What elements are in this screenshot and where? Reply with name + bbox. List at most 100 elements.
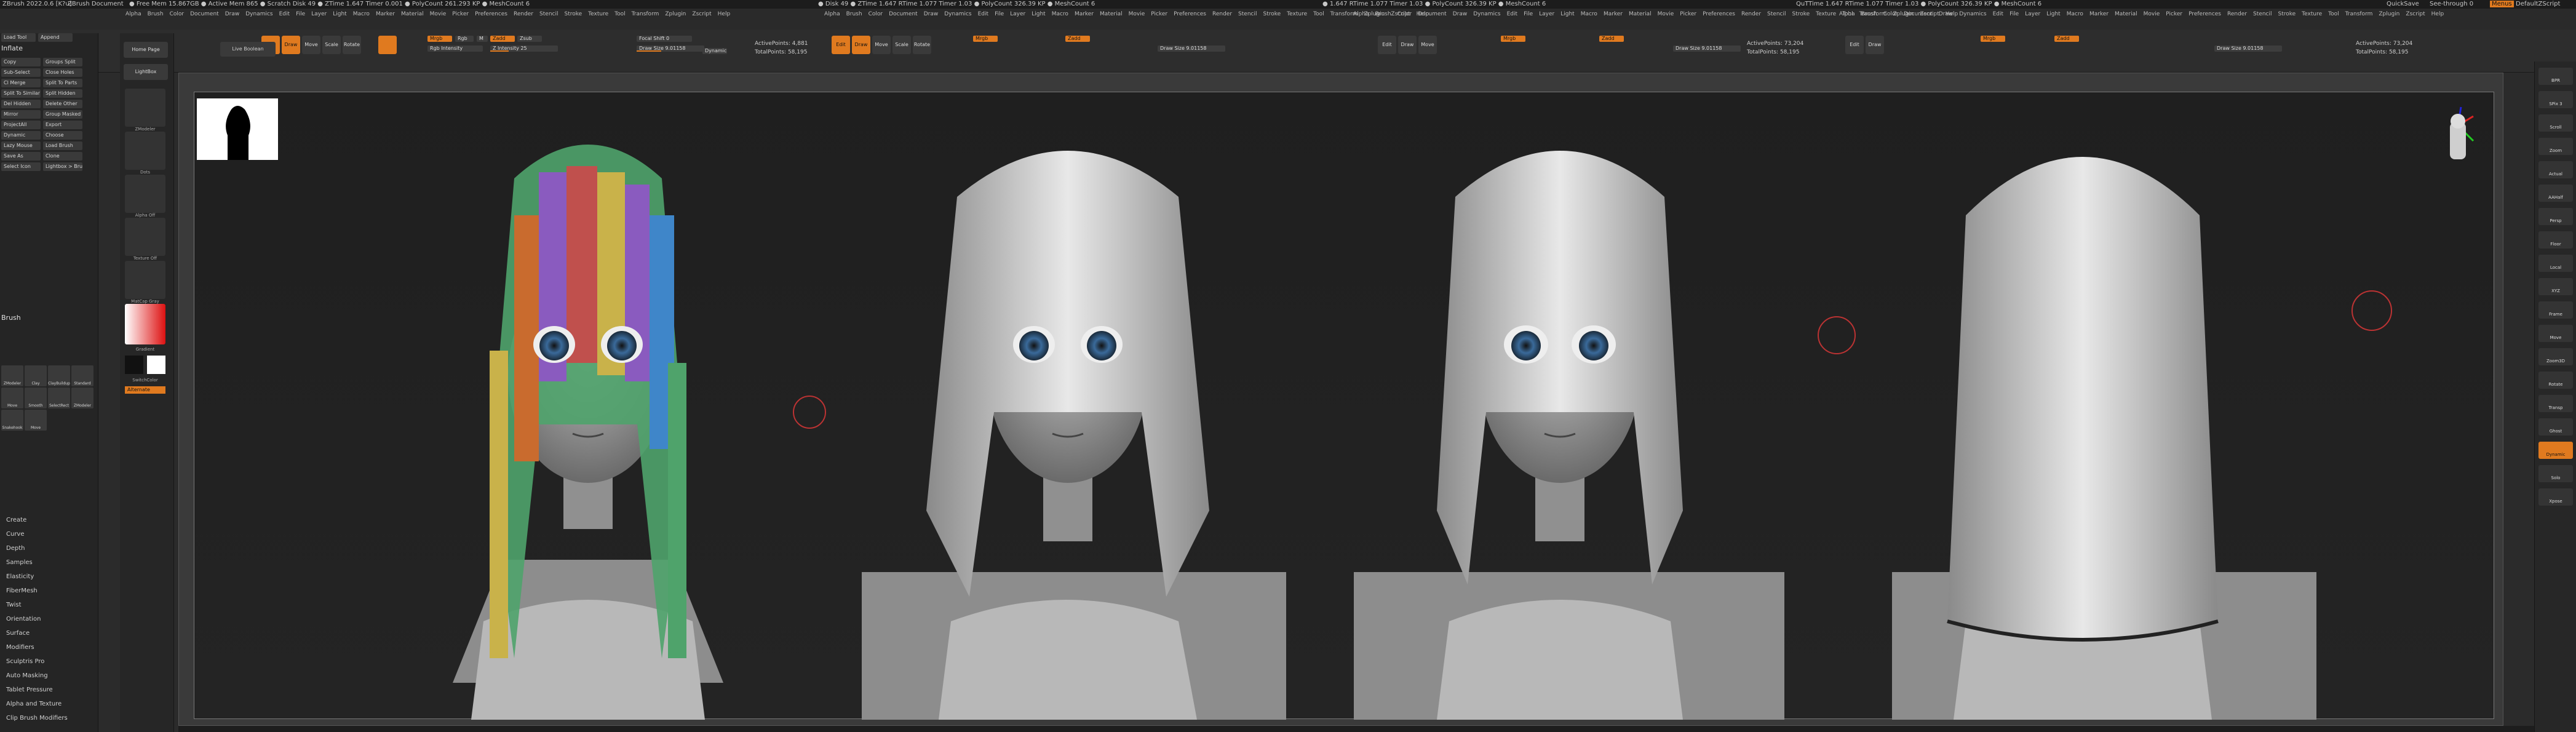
brush-thumb[interactable]: Move [25,410,47,431]
draw-button[interactable]: Draw [852,36,870,54]
brush-section-orientation[interactable]: Orientation [6,616,41,623]
draw-button[interactable]: Draw [282,36,300,54]
menu-movie[interactable]: Movie [2144,11,2160,17]
navigation-gizmo[interactable] [2436,104,2479,172]
picker-thumb[interactable] [125,261,165,299]
menu-alpha[interactable]: Alpha [824,11,840,17]
zadd-toggle[interactable]: Zadd [1065,36,1090,42]
scale-button[interactable]: Scale [892,36,911,54]
home-page-button[interactable]: Home Page [124,42,168,58]
brush-section-tablet-pressure[interactable]: Tablet Pressure [6,686,53,693]
menu-dynamics[interactable]: Dynamics [245,11,272,17]
menu-color[interactable]: Color [1883,11,1898,17]
menu-picker[interactable]: Picker [452,11,469,17]
menu-stroke[interactable]: Stroke [2278,11,2296,17]
move-button[interactable]: Move [302,36,320,54]
subtool-button[interactable]: Lazy Mouse [1,141,41,150]
menu-help[interactable]: Help [2431,11,2444,17]
menu-draw[interactable]: Draw [924,11,939,17]
menu-color[interactable]: Color [1397,11,1412,17]
menu-movie[interactable]: Movie [430,11,447,17]
shelf-persp-button[interactable]: Persp [2538,208,2573,225]
menu-brush[interactable]: Brush [1375,11,1391,17]
menu-alpha[interactable]: Alpha [1839,11,1855,17]
shelf-transp-button[interactable]: Transp [2538,395,2573,412]
picker-thumb[interactable] [125,218,165,256]
menu-brush[interactable]: Brush [846,11,862,17]
menu-edit[interactable]: Edit [1507,11,1517,17]
menu-document[interactable]: Document [1418,11,1447,17]
subtool-button[interactable]: Groups Split [43,58,82,66]
shelf-zoom3d-button[interactable]: Zoom3D [2538,348,2573,365]
shelf-move-button[interactable]: Move [2538,325,2573,342]
menu-edit[interactable]: Edit [1993,11,2003,17]
menu-texture[interactable]: Texture [588,11,608,17]
menu-macro[interactable]: Macro [1052,11,1068,17]
lightbox-button[interactable]: LightBox [124,64,168,80]
menu-preferences[interactable]: Preferences [1174,11,1206,17]
menu-movie[interactable]: Movie [1129,11,1145,17]
subtool-button[interactable]: Mirror [1,110,41,119]
picker-thumb[interactable] [125,89,165,127]
load-tool-button[interactable]: Load Tool [1,33,36,42]
brush-thumb[interactable]: SelectRect [48,388,70,408]
menu-marker[interactable]: Marker [1604,11,1623,17]
subtool-button[interactable]: Group Masked [43,110,82,119]
subtool-button[interactable]: Split To Parts [43,79,82,87]
shelf-xpose-button[interactable]: Xpose [2538,488,2573,506]
rotate-button[interactable]: Rotate [343,36,361,54]
shelf-rotate-button[interactable]: Rotate [2538,372,2573,389]
menu-marker[interactable]: Marker [2089,11,2109,17]
mrgb-toggle[interactable]: Mrgb [973,36,998,42]
menu-layer[interactable]: Layer [311,11,327,17]
menu-layer[interactable]: Layer [1010,11,1025,17]
menu-stencil[interactable]: Stencil [2253,11,2272,17]
shelf-frame-button[interactable]: Frame [2538,301,2573,319]
menu-help[interactable]: Help [718,11,731,17]
menu-transform[interactable]: Transform [632,11,659,17]
brush-section-surface[interactable]: Surface [6,630,30,637]
menu-dynamics[interactable]: Dynamics [1473,11,1500,17]
brush-section-sculptris-pro[interactable]: Sculptris Pro [6,658,44,665]
menu-alpha[interactable]: Alpha [125,11,141,17]
rgb-toggle[interactable]: Rgb [455,36,474,42]
menu-light[interactable]: Light [1560,11,1574,17]
menu-light[interactable]: Light [2046,11,2060,17]
menu-draw[interactable]: Draw [225,11,240,17]
brush-thumb[interactable]: Smooth [25,388,47,408]
menu-tool[interactable]: Tool [614,11,625,17]
subtool-button[interactable]: Select Icon [1,162,41,171]
menu-light[interactable]: Light [333,11,346,17]
color-picker[interactable] [125,304,165,344]
menus-toggle[interactable]: Menus [2490,1,2514,7]
subtool-button[interactable]: Del Hidden [1,100,41,108]
menu-material[interactable]: Material [401,11,424,17]
menu-draw[interactable]: Draw [1453,11,1468,17]
brush-thumb[interactable]: Move [1,388,23,408]
brush-thumb[interactable]: Standard [71,365,93,386]
focal-shift-slider[interactable]: Focal Shift 0 [637,36,692,42]
draw-size-slider[interactable]: Draw Size 9.01158 [1673,46,1741,52]
menu-tool[interactable]: Tool [1313,11,1324,17]
subtool-button[interactable]: Lightbox > Brushes [43,162,82,171]
menu-marker[interactable]: Marker [376,11,395,17]
menu-preferences[interactable]: Preferences [2188,11,2221,17]
dynamic-toggle[interactable]: Dynamic [702,48,727,54]
brush-section-elasticity[interactable]: Elasticity [6,573,34,580]
subtool-button[interactable]: Cl Merge [1,79,41,87]
subtool-button[interactable]: Save As [1,152,41,161]
menu-zplugin[interactable]: Zplugin [2379,11,2399,17]
menu-edit[interactable]: Edit [978,11,988,17]
secondary-color-swatch[interactable] [147,356,165,374]
menu-macro[interactable]: Macro [1581,11,1597,17]
menu-picker[interactable]: Picker [2166,11,2182,17]
menu-render[interactable]: Render [2227,11,2247,17]
mrgb-toggle[interactable]: Mrgb [427,36,452,42]
menu-macro[interactable]: Macro [2067,11,2083,17]
menu-edit[interactable]: Edit [279,11,290,17]
subtool-button[interactable]: Choose [43,131,82,140]
shelf-ghost-button[interactable]: Ghost [2538,418,2573,436]
subtool-button[interactable]: ProjectAll [1,121,41,129]
menu-file[interactable]: File [296,11,305,17]
menu-dynamics[interactable]: Dynamics [1959,11,1986,17]
